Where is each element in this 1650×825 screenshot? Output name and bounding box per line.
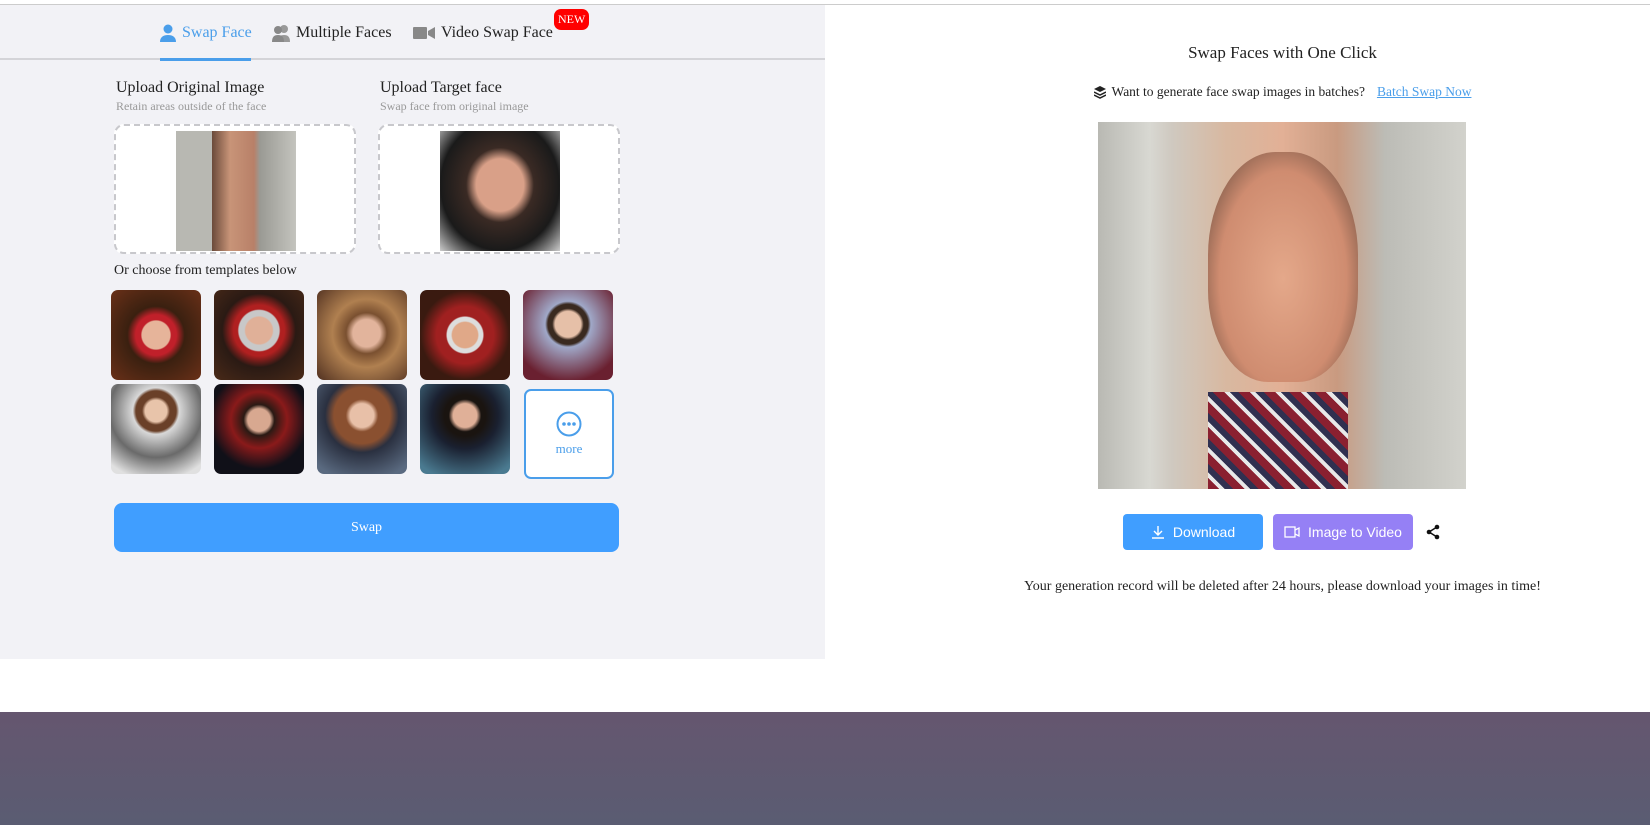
result-shirt — [1208, 392, 1348, 489]
batch-prompt: Want to generate face swap images in bat… — [1000, 84, 1565, 100]
tab-multiple-faces[interactable]: Multiple Faces — [272, 24, 392, 42]
template-thumbnail[interactable] — [317, 290, 407, 380]
template-thumbnail[interactable] — [420, 384, 510, 474]
upload-target-hint: Swap face from original image — [380, 99, 529, 113]
new-badge: NEW — [554, 9, 590, 30]
footer-band — [0, 712, 1650, 825]
active-tab-indicator — [160, 58, 251, 61]
user-icon — [160, 24, 176, 42]
batch-text: Want to generate face swap images in bat… — [1111, 84, 1365, 99]
download-icon — [1151, 526, 1164, 539]
video-camera-icon — [1284, 526, 1300, 538]
template-thumbnail[interactable] — [214, 290, 304, 380]
share-icon[interactable] — [1425, 524, 1441, 540]
template-thumbnail[interactable] — [317, 384, 407, 474]
layers-icon — [1093, 85, 1106, 99]
template-thumbnail[interactable] — [111, 384, 201, 474]
upload-target-dropzone[interactable] — [378, 124, 620, 254]
swap-button[interactable]: Swap — [114, 503, 619, 552]
more-templates-button[interactable]: more — [524, 389, 614, 479]
retention-notice: Your generation record will be deleted a… — [1024, 579, 1541, 594]
more-icon — [556, 411, 582, 437]
download-label: Download — [1172, 524, 1236, 540]
tab-swap-face[interactable]: Swap Face — [160, 24, 252, 42]
template-thumbnail[interactable] — [420, 290, 510, 380]
template-thumbnail[interactable] — [523, 290, 613, 380]
image-to-video-label: Image to Video — [1308, 524, 1402, 540]
more-label: more — [555, 441, 583, 456]
result-image — [1098, 122, 1466, 489]
original-image — [176, 131, 296, 251]
upload-original-hint: Retain areas outside of the face — [116, 99, 267, 113]
swap-panel: Swap Face Multiple Faces Video Swap Face… — [0, 5, 825, 659]
result-title: Swap Faces with One Click — [1188, 43, 1377, 62]
tab-label: Video Swap Face — [441, 24, 553, 41]
template-thumbnail[interactable] — [111, 290, 201, 380]
tab-bar: Swap Face Multiple Faces Video Swap Face… — [0, 5, 825, 61]
upload-original-dropzone[interactable] — [114, 124, 356, 254]
upload-original-label: Upload Original Image — [116, 79, 265, 96]
result-face — [1208, 152, 1358, 382]
templates-label: Or choose from templates below — [114, 263, 297, 278]
tab-label: Swap Face — [182, 24, 252, 41]
upload-target-label: Upload Target face — [380, 79, 502, 96]
template-thumbnail[interactable] — [214, 384, 304, 474]
tab-video-swap-face[interactable]: Video Swap Face — [413, 24, 553, 42]
users-icon — [272, 25, 290, 42]
target-face-image — [440, 131, 560, 251]
image-to-video-button[interactable]: Image to Video — [1273, 514, 1413, 550]
download-button[interactable]: Download — [1123, 514, 1263, 550]
video-icon — [413, 27, 435, 39]
tab-label: Multiple Faces — [296, 24, 392, 41]
batch-swap-now-link[interactable]: Batch Swap Now — [1377, 84, 1472, 100]
